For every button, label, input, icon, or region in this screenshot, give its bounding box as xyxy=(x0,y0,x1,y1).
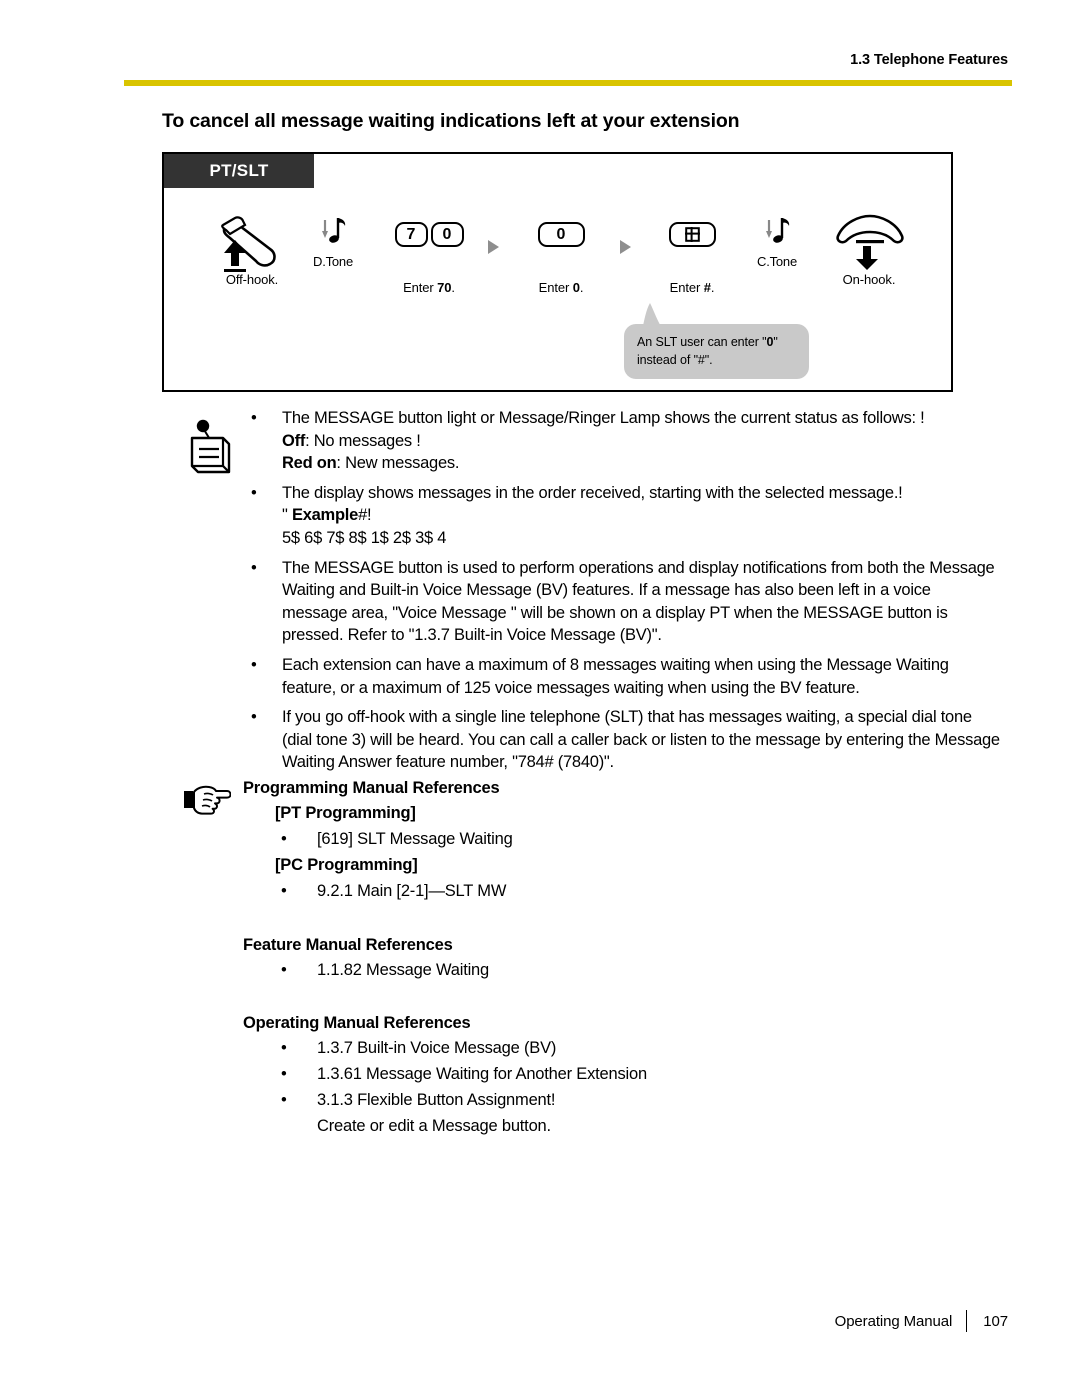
bullet-icon: • xyxy=(281,961,287,979)
footer-manual-label: Operating Manual xyxy=(834,1312,953,1330)
page-footer: Operating Manual 107 xyxy=(0,1310,1080,1340)
bullet-icon: • xyxy=(251,655,257,674)
note-item: • The MESSAGE button light or Message/Ri… xyxy=(251,409,925,473)
bullet-icon: • xyxy=(251,708,257,727)
bullet-icon: • xyxy=(281,882,287,900)
step-on-hook: On-hook. xyxy=(814,214,924,287)
step-confirm-tone: C.Tone xyxy=(734,214,820,269)
step-enter-70-caption: Enter 70. xyxy=(403,280,455,295)
pt-slt-procedure-diagram: PT/SLT Off-hook. D.Tone 7 0 Enter 70. 0 … xyxy=(162,152,953,392)
dial-tone-label: D.Tone xyxy=(313,254,353,269)
ref-list-item: • 9.2.1 Main [2-1]—SLT MW xyxy=(243,878,943,904)
footer-page-number: 107 xyxy=(983,1312,1008,1330)
down-arrow-icon xyxy=(856,246,878,270)
ref-list-item-continuation: Create or edit a Message button. xyxy=(317,1117,551,1135)
page-title: To cancel all message waiting indication… xyxy=(162,110,740,132)
programming-references-title: Programming Manual References xyxy=(243,779,500,797)
bullet-icon: • xyxy=(281,1039,287,1057)
operating-references-title: Operating Manual References xyxy=(243,1014,471,1032)
step-enter-0-caption: Enter 0. xyxy=(538,280,584,295)
confirm-tone-label: C.Tone xyxy=(757,254,797,269)
operating-manual-references: Operating Manual References • 1.3.7 Buil… xyxy=(243,1011,943,1139)
feature-references-title: Feature Manual References xyxy=(243,936,453,954)
step-enter-hash: Enter #. xyxy=(647,222,737,295)
pt-programming-heading: [PT Programming] xyxy=(275,804,416,822)
key-0[interactable]: 0 xyxy=(537,222,585,247)
note-item: • Each extension can have a maximum of 8… xyxy=(251,655,949,697)
note-item: • The MESSAGE button is used to perform … xyxy=(251,558,995,645)
flow-arrow-icon xyxy=(620,240,631,254)
header-chapter-label: 1.3 Telephone Features xyxy=(850,52,1008,68)
step-off-hook-caption: Off-hook. xyxy=(225,272,279,287)
notes-list: • The MESSAGE button light or Message/Ri… xyxy=(248,407,1000,781)
ref-list-item: • 1.3.61 Message Waiting for Another Ext… xyxy=(243,1061,943,1087)
flow-arrow-icon xyxy=(488,240,499,254)
confirmation-tone-icon xyxy=(734,214,820,256)
handset-onhook-icon xyxy=(814,214,924,272)
memo-note-icon xyxy=(190,419,231,474)
step-enter-hash-caption: Enter #. xyxy=(669,280,715,295)
ref-list-item: • 3.1.3 Flexible Button Assignment! Crea… xyxy=(243,1087,943,1139)
keypad-hash xyxy=(647,222,737,247)
bullet-icon: • xyxy=(281,1091,287,1109)
ref-list-item: • [619] SLT Message Waiting xyxy=(243,826,943,852)
step-off-hook: Off-hook. xyxy=(204,214,300,287)
dial-tone-icon xyxy=(290,214,376,256)
step-enter-70: 7 0 Enter 70. xyxy=(369,222,489,295)
hash-key-icon xyxy=(684,227,700,242)
bullet-icon: • xyxy=(281,830,287,848)
note-item: • If you go off-hook with a single line … xyxy=(251,708,1000,772)
pc-programming-heading: [PC Programming] xyxy=(275,856,418,874)
pointing-hand-icon xyxy=(184,785,231,815)
bullet-icon: • xyxy=(251,558,257,577)
bullet-icon: • xyxy=(251,483,257,502)
key-hash[interactable] xyxy=(668,222,716,247)
bullet-icon: • xyxy=(281,1065,287,1083)
page-header: 1.3 Telephone Features xyxy=(0,0,1080,92)
keypad-70: 7 0 xyxy=(369,222,489,247)
handset-offhook-icon xyxy=(204,214,300,272)
step-enter-0: 0 Enter 0. xyxy=(516,222,606,295)
ref-list-item: • 1.1.82 Message Waiting xyxy=(243,957,943,983)
programming-manual-references: Programming Manual References [PT Progra… xyxy=(243,776,943,904)
ref-list-item: • 1.3.7 Built-in Voice Message (BV) xyxy=(243,1035,943,1061)
keypad-0: 0 xyxy=(516,222,606,247)
header-rule xyxy=(124,80,1012,86)
note-item: • The display shows messages in the orde… xyxy=(251,483,903,547)
step-on-hook-caption: On-hook. xyxy=(842,272,896,287)
diagram-type-tag: PT/SLT xyxy=(164,154,314,188)
bullet-icon: • xyxy=(251,409,257,427)
step-dial-tone: D.Tone xyxy=(290,214,376,269)
key-7[interactable]: 7 xyxy=(394,222,428,247)
key-0[interactable]: 0 xyxy=(430,222,464,247)
slt-callout-note: An SLT user can enter "0" instead of "#"… xyxy=(624,324,809,380)
feature-manual-references: Feature Manual References • 1.1.82 Messa… xyxy=(243,933,943,983)
